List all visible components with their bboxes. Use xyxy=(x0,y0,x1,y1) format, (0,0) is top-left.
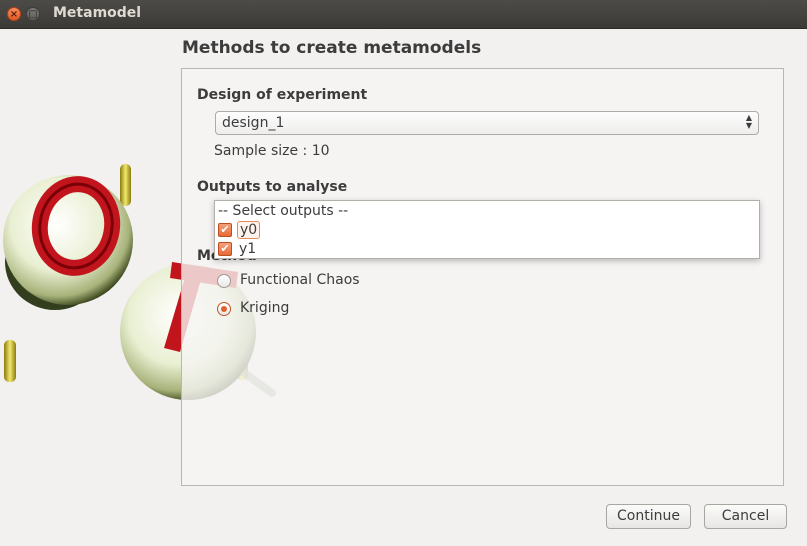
radio-button-selected[interactable] xyxy=(217,302,231,316)
functional-chaos-label: Functional Chaos xyxy=(240,272,360,288)
output-item-label: y0 xyxy=(237,221,261,239)
checkbox-checked-icon[interactable]: ✔ xyxy=(218,242,232,256)
kriging-label: Kriging xyxy=(240,300,290,316)
outputs-dropdown-list[interactable]: -- Select outputs -- ✔ y0 ✔ y1 xyxy=(214,200,760,259)
window-title: Metamodel xyxy=(53,5,142,21)
output-item-label: y1 xyxy=(239,241,257,257)
design-select-value: design_1 xyxy=(222,115,285,131)
radio-button[interactable] xyxy=(217,274,231,288)
updown-arrows-icon: ▲ ▼ xyxy=(745,113,752,130)
outputs-label: Outputs to analyse xyxy=(197,179,348,195)
continue-button[interactable]: Continue xyxy=(606,504,691,529)
window-titlebar: × □ Metamodel xyxy=(0,0,807,29)
minimize-icon[interactable]: □ xyxy=(26,7,40,21)
select-outputs-header[interactable]: -- Select outputs -- xyxy=(218,203,348,219)
page-title: Methods to create metamodels xyxy=(182,38,482,58)
sample-size-text: Sample size : 10 xyxy=(214,143,330,159)
checkbox-checked-icon[interactable]: ✔ xyxy=(218,223,232,237)
design-select[interactable]: design_1 ▲ ▼ xyxy=(215,111,759,135)
cancel-button[interactable]: Cancel xyxy=(704,504,787,529)
design-of-experiment-label: Design of experiment xyxy=(197,87,368,103)
close-icon[interactable]: × xyxy=(7,7,21,21)
